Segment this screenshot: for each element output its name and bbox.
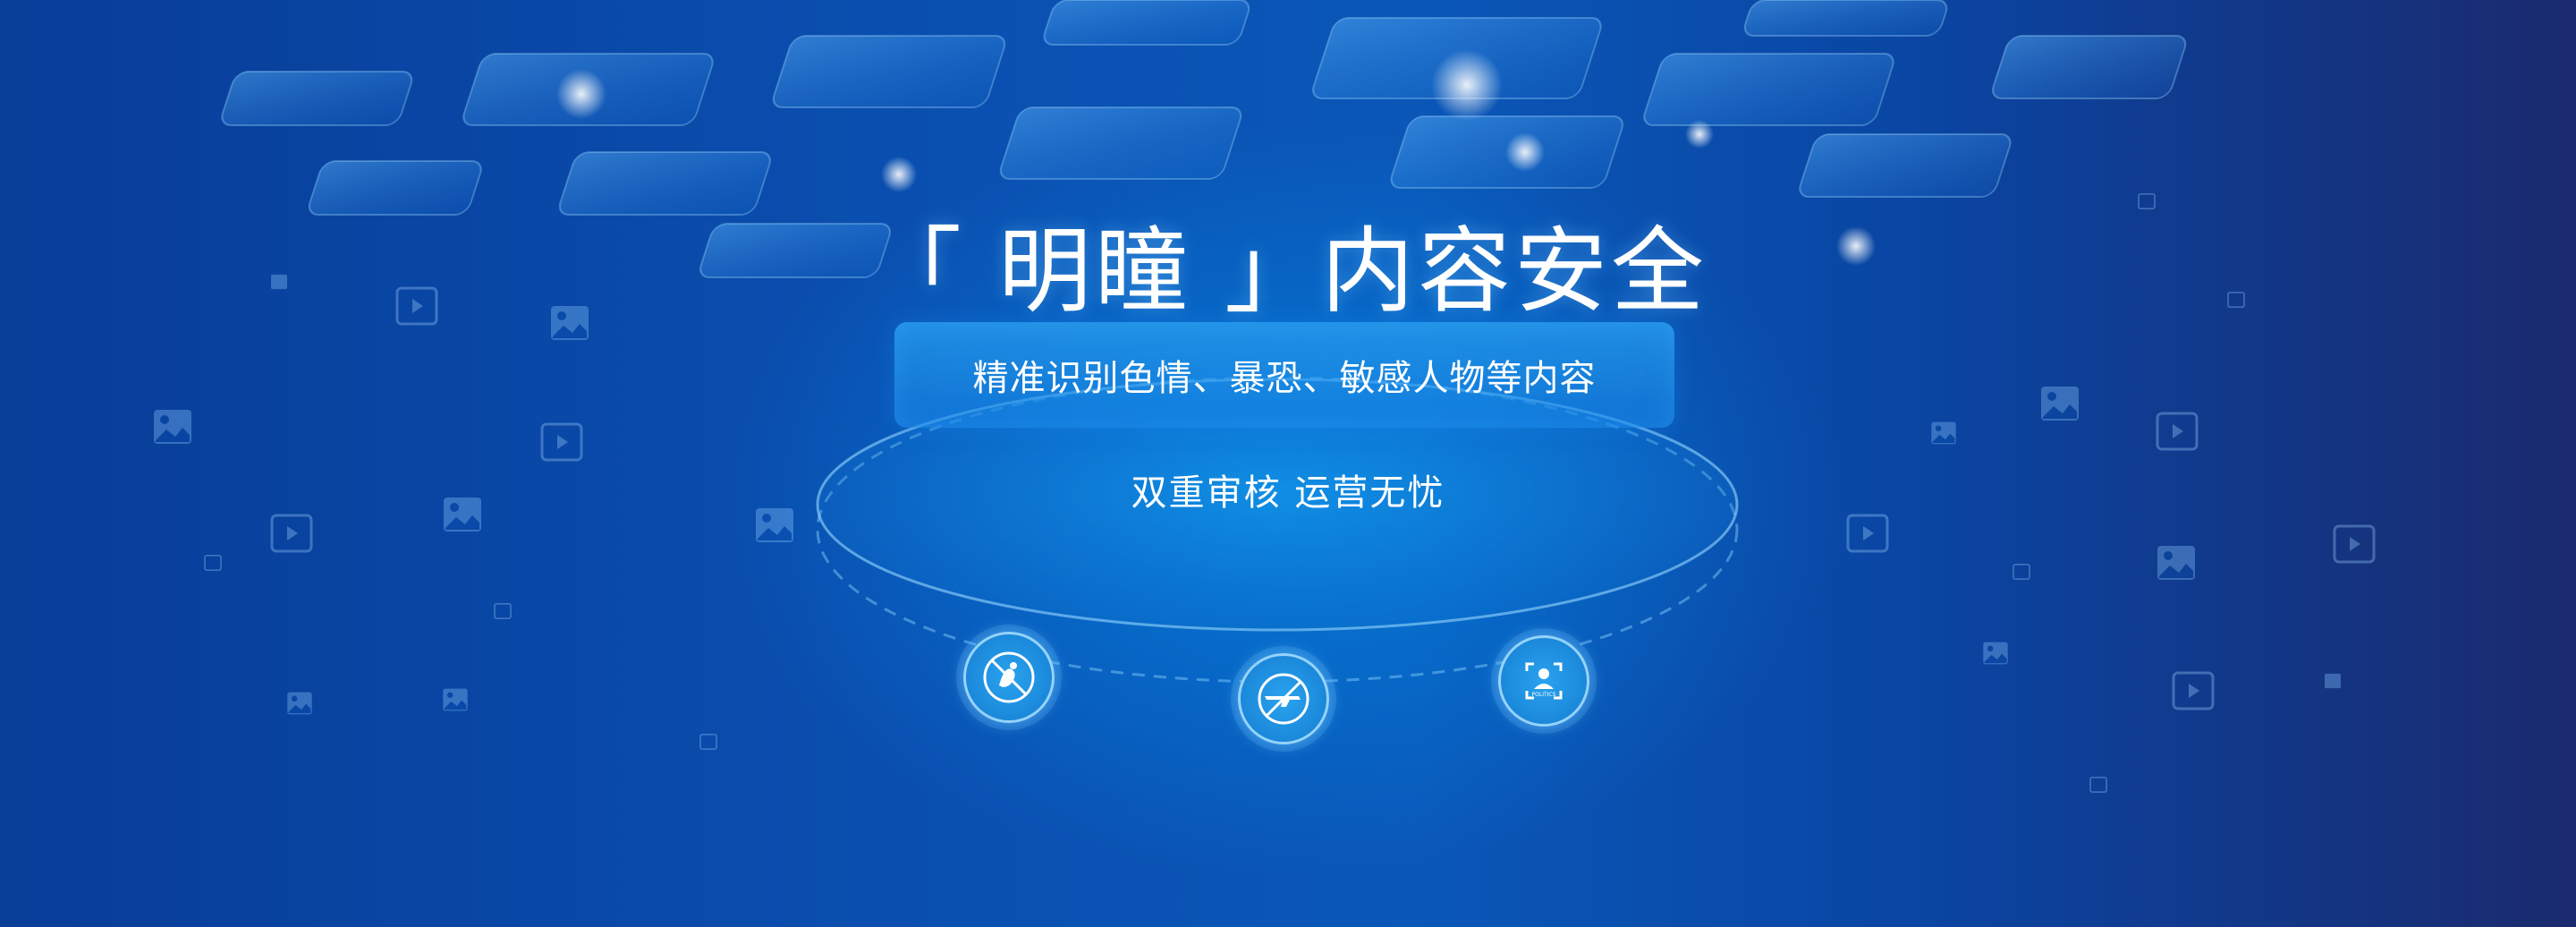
tagline: 双重审核 运营无忧 <box>1131 472 1445 514</box>
image-icon <box>287 692 312 715</box>
subtitle-panel: 精准识别色情、暴恐、敏感人物等内容 <box>894 322 1674 428</box>
image-icon <box>1931 421 1956 445</box>
image-icon <box>1983 642 2008 665</box>
play-icon <box>270 514 313 553</box>
image-icon <box>2157 546 2195 580</box>
hero-banner: 「 明瞳 」内容安全 精准识别色情、暴恐、敏感人物等内容 双重审核 运营无忧 P… <box>0 0 2576 927</box>
page-title: 「 明瞳 」内容安全 <box>868 217 1708 326</box>
politics-label: POLITICS <box>1532 692 1556 698</box>
play-icon <box>699 734 717 750</box>
image-icon <box>2041 387 2079 421</box>
subtitle-text: 精准识别色情、暴恐、敏感人物等内容 <box>972 358 1597 399</box>
no-weapon-icon <box>1258 673 1309 725</box>
play-icon <box>2012 564 2030 580</box>
porn-filter-feature <box>963 632 1055 723</box>
play-icon <box>2089 777 2107 793</box>
image-icon <box>443 688 468 711</box>
image-icon <box>154 410 191 444</box>
no-porn-icon <box>983 651 1035 703</box>
play-icon <box>494 603 512 619</box>
play-icon <box>2333 524 2376 564</box>
play-icon <box>540 422 583 462</box>
play-icon <box>2172 671 2215 710</box>
image-icon <box>2325 673 2341 689</box>
politics-filter-feature: POLITICS <box>1498 635 1589 727</box>
play-icon <box>204 555 222 571</box>
terror-filter-feature <box>1238 653 1329 744</box>
play-icon <box>2156 412 2199 451</box>
play-icon <box>1846 514 1889 553</box>
politics-person-icon: POLITICS <box>1525 662 1563 700</box>
